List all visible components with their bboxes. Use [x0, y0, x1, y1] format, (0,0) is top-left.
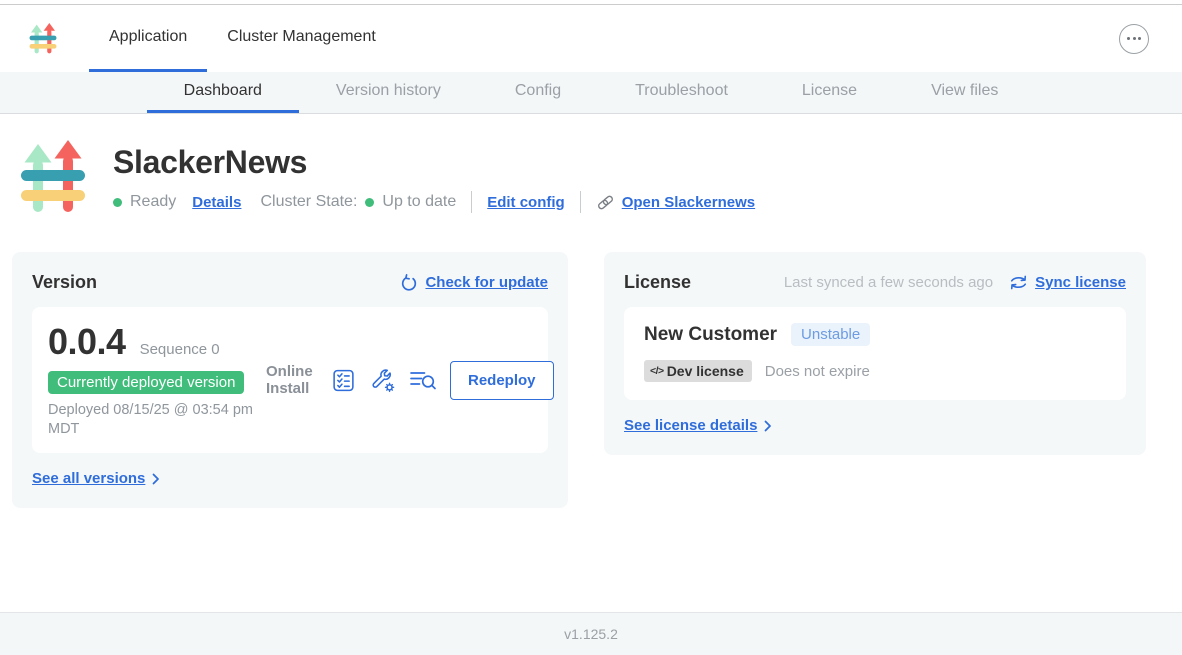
- license-card-header: License Last synced a few seconds ago: [624, 272, 1126, 293]
- checklist-icon: [331, 368, 356, 393]
- ellipsis-icon: [1127, 37, 1130, 40]
- license-details-box: New Customer Unstable </> Dev license Do…: [624, 307, 1126, 400]
- chain-link-icon: [596, 193, 615, 212]
- console-footer: v1.125.2: [0, 612, 1182, 655]
- divider: [471, 191, 472, 213]
- main-nav-tabs: Application Cluster Management: [89, 5, 396, 72]
- tab-dashboard[interactable]: Dashboard: [147, 72, 299, 113]
- license-type-badge: </> Dev license: [644, 360, 752, 382]
- dashboard-cards: Version Check for update: [12, 252, 1146, 508]
- redeploy-button[interactable]: Redeploy: [450, 361, 554, 400]
- lines-magnifier-icon: [409, 368, 437, 392]
- tab-cluster-management[interactable]: Cluster Management: [207, 5, 396, 72]
- preflight-checks-button[interactable]: [331, 368, 356, 393]
- view-diff-button[interactable]: [409, 368, 437, 392]
- deployed-timestamp: Deployed 08/15/25 @ 03:54 pm MDT: [48, 401, 253, 439]
- chevron-right-icon: [764, 420, 772, 432]
- version-card-title: Version: [32, 272, 97, 293]
- tab-view-files[interactable]: View files: [894, 72, 1035, 113]
- version-info: 0.0.4 Sequence 0 Currently deployed vers…: [48, 321, 266, 439]
- details-link[interactable]: Details: [192, 194, 241, 211]
- brand: [0, 5, 57, 72]
- edit-config-button[interactable]: [369, 367, 396, 394]
- version-number: 0.0.4: [48, 321, 126, 363]
- refresh-icon: [400, 274, 418, 292]
- app-status-text: Ready: [130, 193, 176, 211]
- edit-config-link[interactable]: Edit config: [487, 194, 565, 211]
- check-for-update-link[interactable]: Check for update: [400, 274, 548, 292]
- open-app-link[interactable]: Open Slackernews: [596, 193, 755, 212]
- app-logo-icon: [29, 23, 57, 55]
- app-logo-large-icon: [20, 140, 86, 216]
- license-card-title: License: [624, 272, 691, 293]
- app-header: SlackerNews Ready Details Cluster State:…: [20, 140, 1182, 216]
- version-card: Version Check for update: [12, 252, 568, 508]
- main-nav: Application Cluster Management: [0, 5, 1182, 72]
- license-card: License Last synced a few seconds ago: [604, 252, 1146, 455]
- tab-troubleshoot[interactable]: Troubleshoot: [598, 72, 765, 113]
- chevron-right-icon: [152, 473, 160, 485]
- sequence-label: Sequence 0: [140, 341, 220, 358]
- cluster-state-label: Cluster State:: [260, 193, 357, 211]
- version-card-header: Version Check for update: [32, 272, 548, 293]
- app-status-row: Ready Details Cluster State: Up to date …: [113, 191, 755, 213]
- divider: [580, 191, 581, 213]
- main-content: SlackerNews Ready Details Cluster State:…: [0, 114, 1182, 612]
- version-actions: Online Install: [266, 361, 556, 400]
- last-synced-text: Last synced a few seconds ago: [784, 274, 993, 291]
- app-status-dot: [113, 198, 122, 207]
- cluster-state-text: Up to date: [382, 193, 456, 211]
- console-version: v1.125.2: [564, 626, 618, 642]
- tab-application[interactable]: Application: [89, 5, 207, 72]
- tab-version-history[interactable]: Version history: [299, 72, 478, 113]
- current-version-box: 0.0.4 Sequence 0 Currently deployed vers…: [32, 307, 548, 453]
- sync-license-link[interactable]: Sync license: [1009, 274, 1126, 291]
- see-all-versions-link[interactable]: See all versions: [32, 470, 160, 487]
- customer-name: New Customer: [644, 324, 777, 346]
- see-license-details-link[interactable]: See license details: [624, 417, 772, 434]
- install-type-label: Online Install: [266, 363, 318, 398]
- license-expiration: Does not expire: [765, 363, 870, 380]
- deployed-status-badge: Currently deployed version: [48, 371, 244, 394]
- page-title: SlackerNews: [113, 144, 755, 181]
- cluster-state-dot: [365, 198, 374, 207]
- code-icon: </>: [650, 365, 664, 377]
- overflow-menu-button[interactable]: [1119, 24, 1149, 54]
- sync-arrows-icon: [1009, 275, 1028, 290]
- app-sub-nav: Dashboard Version history Config Trouble…: [0, 72, 1182, 114]
- channel-badge: Unstable: [791, 323, 870, 346]
- tab-license[interactable]: License: [765, 72, 894, 113]
- wrench-gear-icon: [369, 367, 396, 394]
- tab-config[interactable]: Config: [478, 72, 598, 113]
